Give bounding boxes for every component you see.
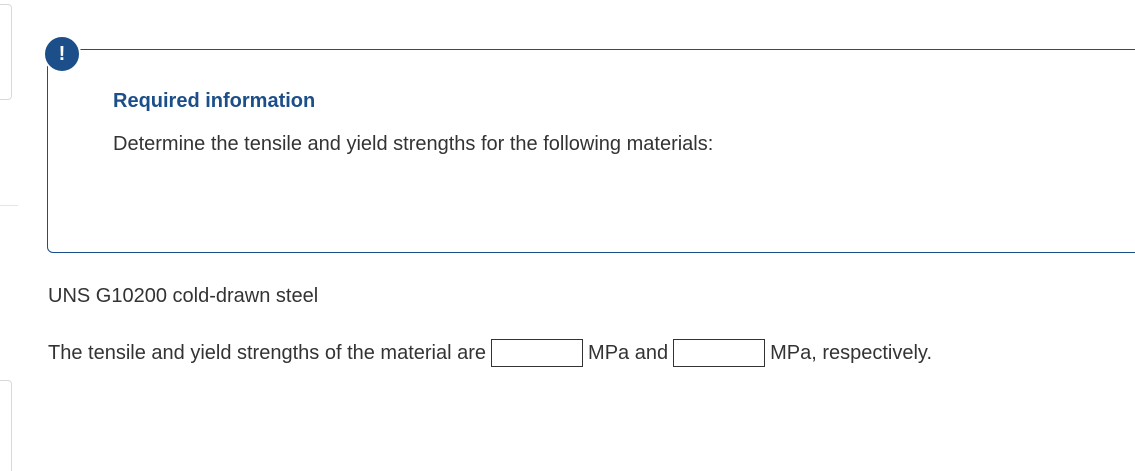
alert-icon: ! (43, 35, 81, 73)
question-suffix: MPa, respectively. (770, 341, 932, 364)
tensile-strength-input[interactable] (491, 339, 584, 367)
side-panel-tab-top (0, 4, 12, 100)
side-divider (0, 205, 18, 206)
required-information-text: Determine the tensile and yield strength… (113, 133, 714, 155)
required-information-title: Required information (113, 90, 316, 112)
question-middle: MPa and (588, 341, 669, 364)
question-prefix: The tensile and yield strengths of the m… (48, 341, 487, 364)
question-page: ! Required information Determine the ten… (0, 0, 1135, 471)
yield-strength-input[interactable] (673, 339, 766, 367)
material-label: UNS G10200 cold-drawn steel (48, 285, 319, 307)
question-sentence: The tensile and yield strengths of the m… (48, 339, 932, 367)
side-panel-tab-bottom (0, 380, 12, 471)
